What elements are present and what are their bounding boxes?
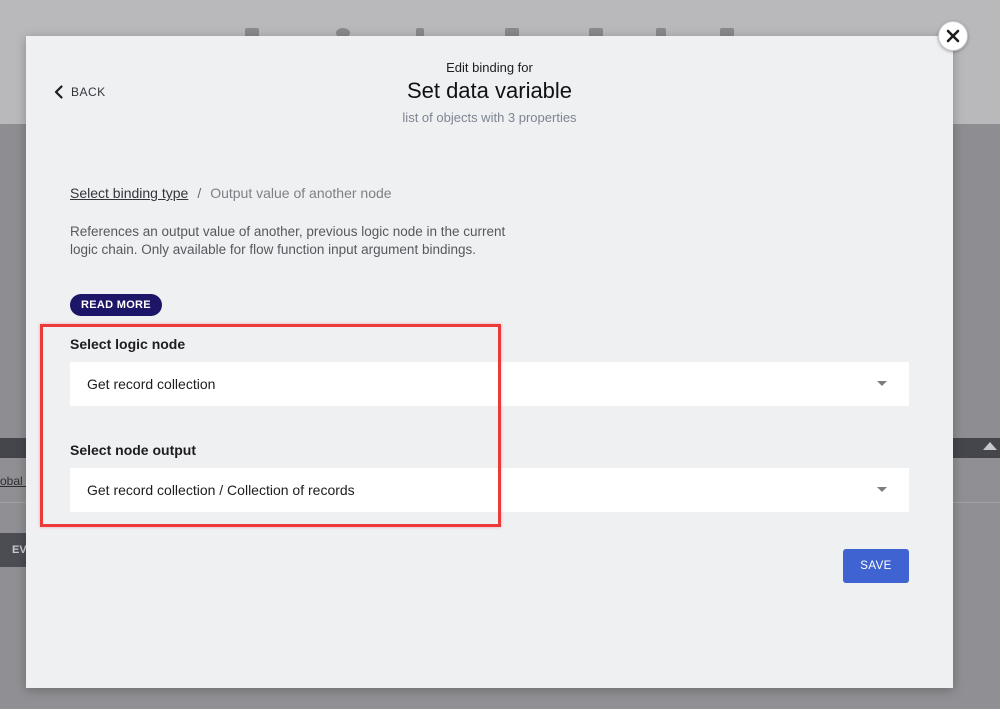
dialog-pre-title: Edit binding for [446,60,533,75]
close-button[interactable] [938,21,968,51]
caret-down-icon [877,487,887,492]
node-output-select[interactable]: Get record collection / Collection of re… [70,468,909,512]
logic-node-label: Select logic node [70,336,186,352]
dialog-subtitle: list of objects with 3 properties [402,110,577,125]
close-icon [946,29,960,43]
node-output-select-value: Get record collection / Collection of re… [87,482,355,498]
breadcrumb-select-binding-type[interactable]: Select binding type [70,185,188,201]
read-more-button[interactable]: READ MORE [70,294,162,316]
dialog-title: Set data variable [406,78,573,103]
caret-down-icon [877,381,887,386]
breadcrumb-separator: / [197,185,202,201]
breadcrumb-current: Output value of another node [210,185,392,201]
logic-node-select[interactable]: Get record collection [70,362,909,406]
save-button[interactable]: SAVE [843,549,909,583]
node-output-label: Select node output [70,442,196,458]
logic-node-select-value: Get record collection [87,376,216,392]
background-button: EV [0,533,28,567]
dialog-header: Edit binding for Set data variable list … [26,60,953,126]
breadcrumb: Select binding type / Output value of an… [70,185,392,201]
binding-description: References an output value of another, p… [70,224,506,257]
collapse-caret-icon [983,442,997,450]
edit-binding-dialog: BACK Edit binding for Set data variable … [26,36,953,688]
